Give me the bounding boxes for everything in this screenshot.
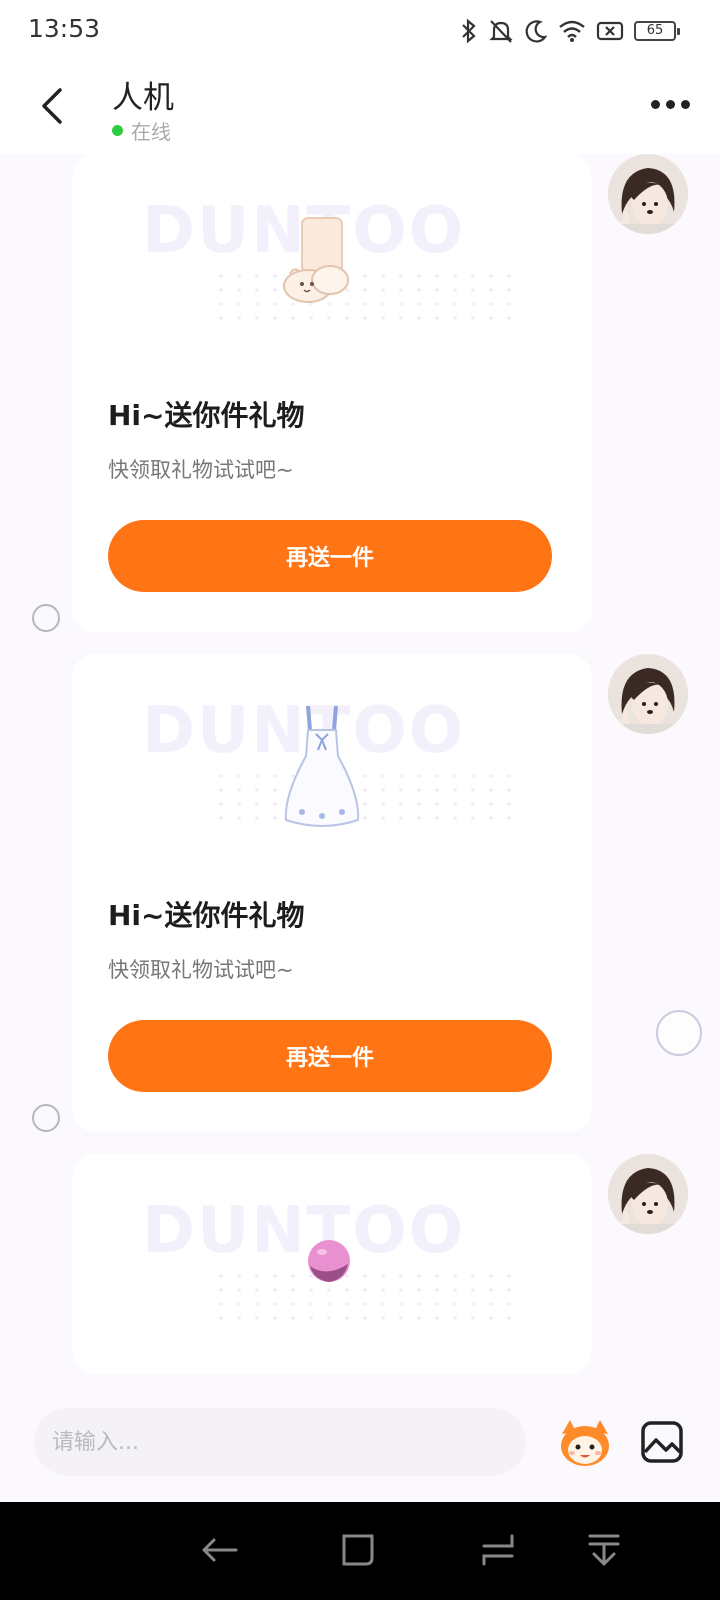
- avatar-image: [608, 1154, 688, 1234]
- avatar[interactable]: [608, 1154, 688, 1234]
- banner-pattern: [212, 269, 512, 329]
- send-again-button[interactable]: 再送一件: [108, 1020, 552, 1092]
- back-button[interactable]: [34, 84, 74, 128]
- nav-hide-icon[interactable]: [586, 1532, 622, 1568]
- chat-header: 人机 在线: [0, 62, 720, 154]
- more-dot-icon: [666, 100, 675, 109]
- message-input[interactable]: [34, 1408, 526, 1476]
- avatar[interactable]: [608, 154, 688, 234]
- online-status: 在线: [112, 116, 171, 145]
- avatar[interactable]: [608, 654, 688, 734]
- bell-off-icon: [489, 20, 513, 43]
- more-dot-icon: [681, 100, 690, 109]
- battery-icon: 65: [634, 21, 680, 41]
- sim-none-icon: [596, 21, 624, 41]
- gift-subtitle: 快领取礼物试试吧~: [108, 458, 294, 482]
- more-dot-icon: [651, 100, 660, 109]
- floating-assist-ball[interactable]: [656, 1010, 702, 1056]
- banner-watermark: DUNTOO: [142, 1194, 466, 1268]
- nav-recents-icon[interactable]: [480, 1532, 516, 1568]
- battery-level: 65: [646, 23, 664, 38]
- more-options-button[interactable]: [651, 100, 690, 109]
- socks-icon[interactable]: [280, 210, 360, 310]
- image-picker-icon[interactable]: [640, 1420, 684, 1464]
- nav-home-icon[interactable]: [340, 1532, 376, 1568]
- bluetooth-icon: [462, 18, 476, 44]
- chat-title: 人机: [112, 80, 174, 116]
- avatar-image: [608, 154, 688, 234]
- input-bar: [0, 1384, 720, 1502]
- ball-icon[interactable]: [306, 1238, 352, 1284]
- select-message-radio[interactable]: [32, 1104, 60, 1132]
- avatar-image: [608, 654, 688, 734]
- system-nav-bar: [0, 1502, 720, 1600]
- gift-message-card: DUNTOO: [72, 1154, 592, 1374]
- select-message-radio[interactable]: [32, 604, 60, 632]
- banner-pattern: [212, 1269, 512, 1329]
- status-icons: 65: [460, 16, 680, 46]
- mascot-emoji-icon[interactable]: [556, 1416, 614, 1468]
- gift-subtitle: 快领取礼物试试吧~: [108, 958, 294, 982]
- nav-back-icon[interactable]: [200, 1532, 240, 1568]
- gift-message-card: DUNTOO Hi~送你件礼物 快领取礼物试试吧~ 再送一件: [72, 154, 592, 632]
- status-bar: 13:53 65: [0, 0, 720, 62]
- status-time: 13:53: [28, 14, 101, 43]
- gift-message-card: DUNTOO Hi~送你件礼物 快领取礼物试试吧~ 再送一件: [72, 654, 592, 1132]
- gift-title: Hi~送你件礼物: [108, 399, 305, 432]
- online-status-label: 在线: [131, 120, 171, 144]
- gift-title: Hi~送你件礼物: [108, 899, 305, 932]
- send-again-button[interactable]: 再送一件: [108, 520, 552, 592]
- online-dot-icon: [112, 125, 123, 136]
- wifi-icon: [559, 20, 585, 42]
- chat-message-list[interactable]: DUNTOO Hi~送你件礼物 快领取礼物试试吧~ 再送一件: [0, 154, 720, 1384]
- dress-icon[interactable]: [280, 700, 364, 834]
- moon-icon: [525, 20, 548, 43]
